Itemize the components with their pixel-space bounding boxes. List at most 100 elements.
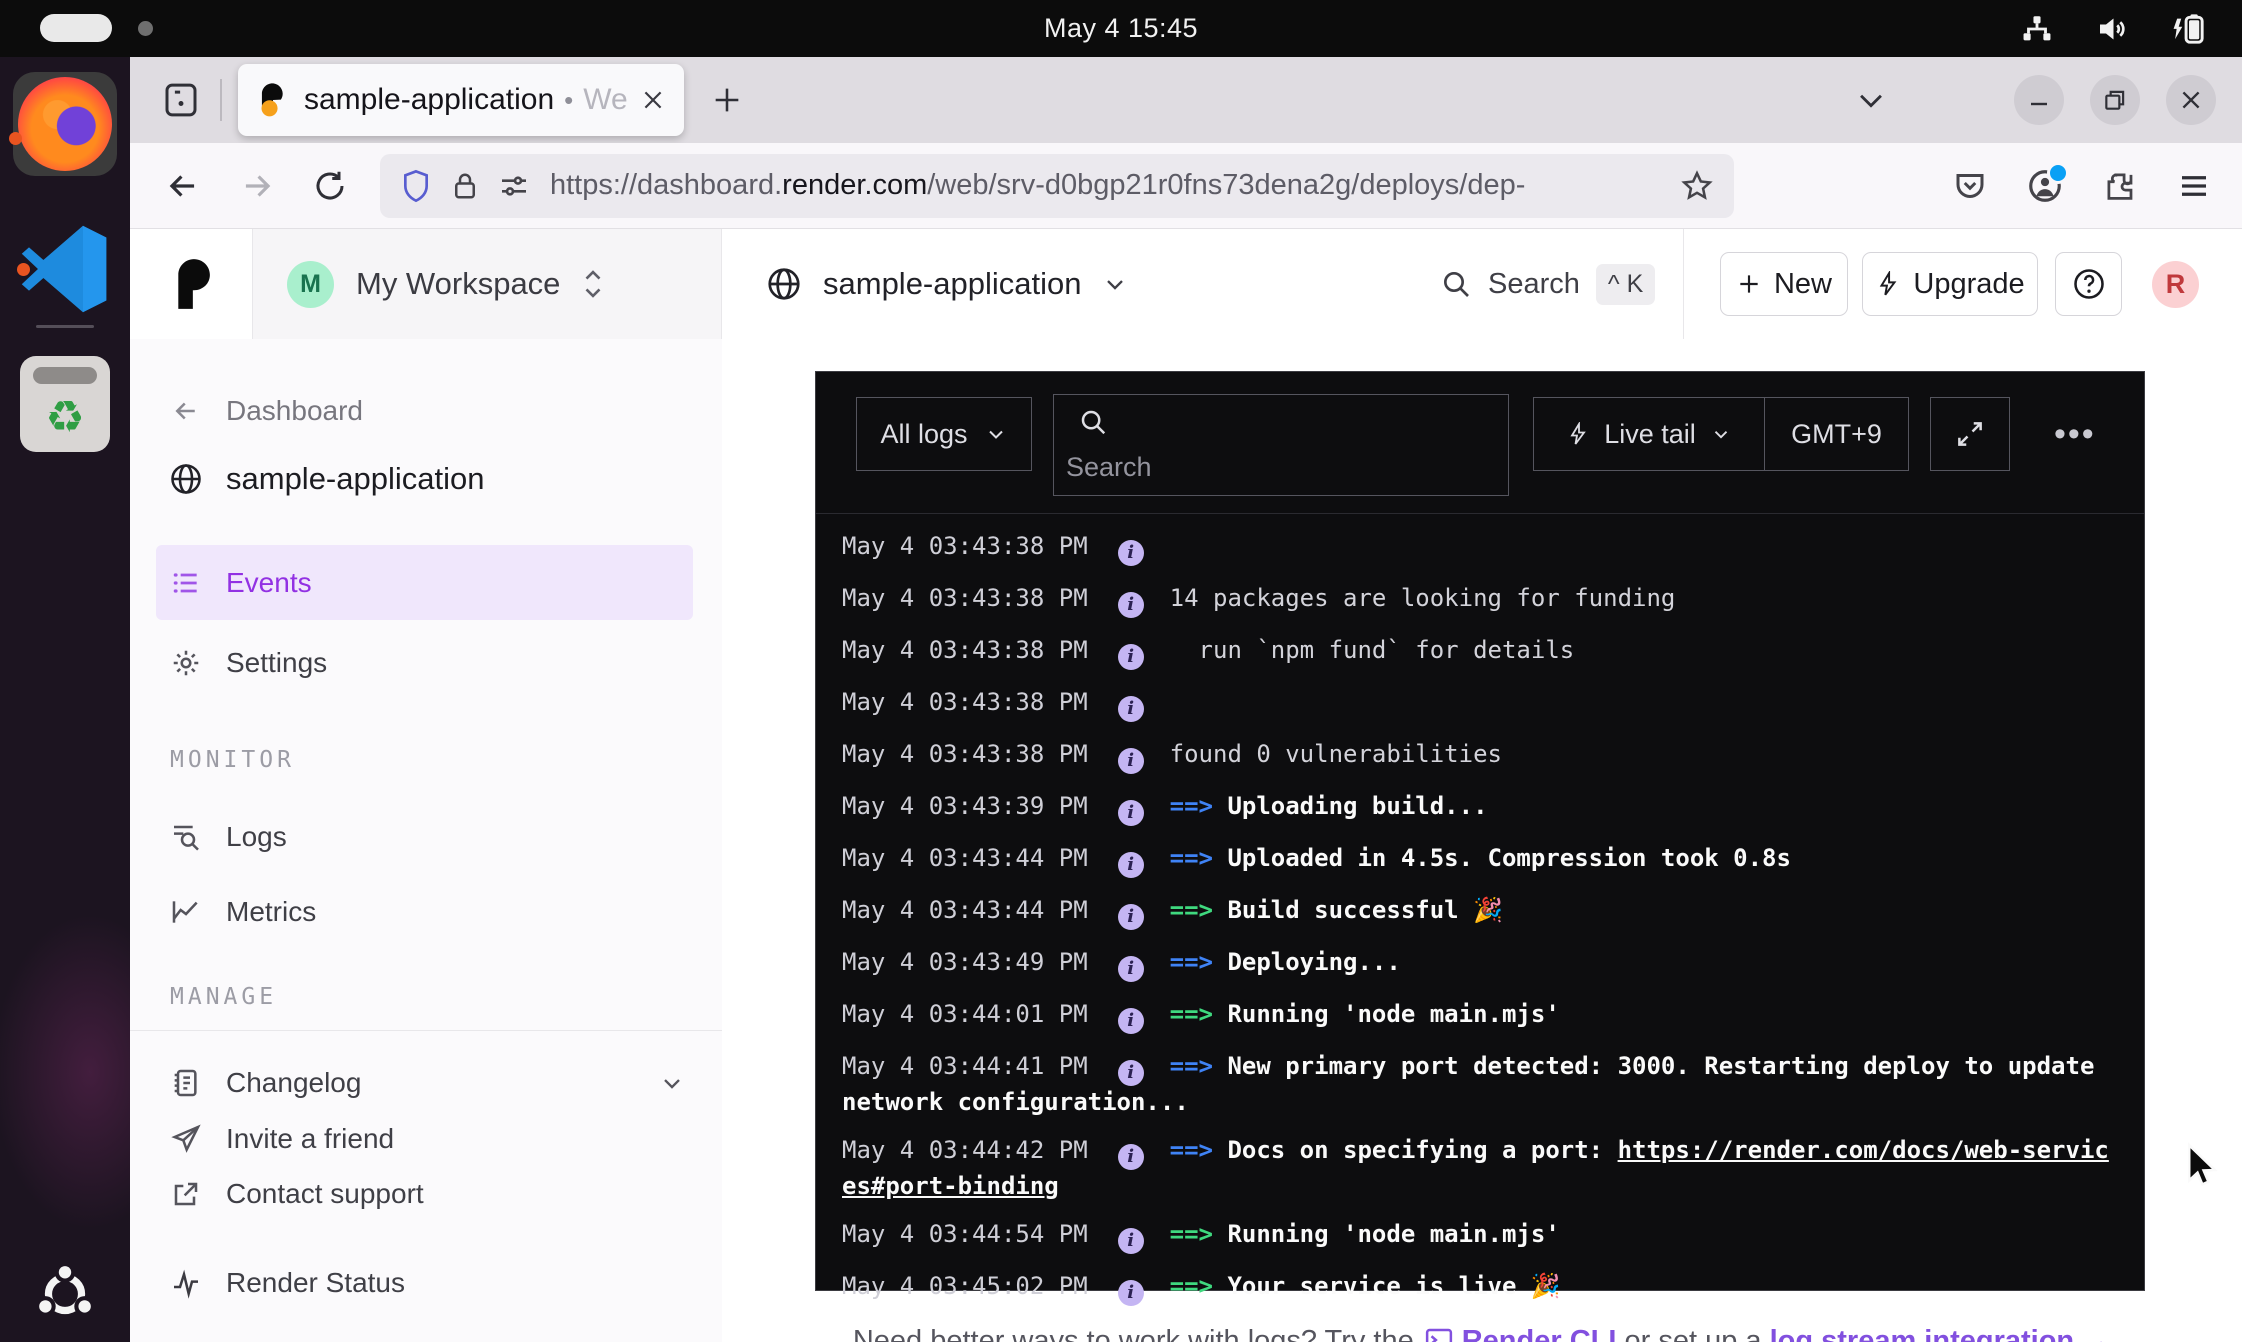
dock-firefox[interactable] — [13, 72, 117, 176]
info-icon[interactable]: i — [1118, 696, 1144, 722]
log-filter-dropdown[interactable]: All logs — [856, 397, 1032, 471]
tabs-chevron-icon[interactable] — [1854, 83, 1888, 117]
log-arrow: ==> — [1170, 1000, 1228, 1028]
url-text[interactable]: https://dashboard.render.com/web/srv-d0b… — [550, 169, 1680, 202]
status-pulse-icon — [168, 1267, 204, 1299]
star-icon[interactable] — [1680, 169, 1714, 203]
info-icon[interactable]: i — [1118, 592, 1144, 618]
info-icon[interactable]: i — [1118, 1144, 1144, 1170]
sidebar-item-metrics[interactable]: Metrics — [130, 880, 722, 944]
sidebar-item-contact-support[interactable]: Contact support — [130, 1162, 722, 1226]
new-tab-icon[interactable] — [710, 83, 744, 117]
url-bar[interactable]: https://dashboard.render.com/web/srv-d0b… — [380, 154, 1734, 218]
search-icon — [1440, 268, 1472, 300]
render-cli-link[interactable]: Render CLI — [1462, 1325, 1617, 1342]
tab-bar: sample-application•We — [130, 57, 2242, 143]
header-search[interactable]: Search ^ K — [1440, 229, 1655, 339]
log-row: May 4 03:43:38 PMi14 packages are lookin… — [842, 582, 2112, 618]
dock-vscode[interactable] — [13, 217, 117, 321]
info-icon[interactable]: i — [1118, 1008, 1144, 1034]
sidebar-item-logs[interactable]: Logs — [130, 805, 722, 869]
volume-icon[interactable] — [2094, 11, 2130, 47]
globe-icon — [765, 265, 803, 303]
live-tail-control[interactable]: Live tail GMT+9 — [1533, 397, 1909, 471]
pocket-icon[interactable] — [1952, 168, 1988, 204]
firefox-view-icon[interactable] — [160, 79, 202, 121]
sidebar-item-settings[interactable]: Settings — [130, 631, 722, 695]
help-button[interactable] — [2055, 252, 2122, 316]
sidebar-item-changelog[interactable]: Changelog — [130, 1051, 722, 1115]
search-label: Search — [1488, 268, 1580, 301]
info-icon[interactable]: i — [1118, 748, 1144, 774]
log-body: May 4 03:43:38 PMiMay 4 03:43:38 PMi14 p… — [816, 514, 2144, 1306]
permissions-icon[interactable] — [498, 170, 530, 202]
service-selector[interactable]: sample-application — [765, 229, 1129, 339]
system-clock[interactable]: May 4 15:45 — [0, 0, 2242, 57]
log-row: May 4 03:43:38 PMi run `npm fund` for de… — [842, 634, 2112, 670]
tab-close-icon[interactable] — [640, 87, 666, 113]
log-search-input[interactable]: Search — [1053, 394, 1509, 496]
restore-icon[interactable] — [2090, 75, 2140, 125]
workspace-sorter-icon — [580, 264, 606, 304]
window-close-icon[interactable] — [2166, 75, 2216, 125]
menu-icon[interactable] — [2176, 168, 2212, 204]
log-row: May 4 03:43:38 PMi — [842, 686, 2112, 722]
log-timestamp: May 4 03:43:38 PM — [842, 740, 1088, 768]
forward-icon[interactable] — [238, 167, 276, 205]
log-arrow: ==> — [1170, 1220, 1228, 1248]
log-timestamp: May 4 03:43:39 PM — [842, 792, 1088, 820]
arrow-left-icon — [168, 396, 204, 426]
reload-icon[interactable] — [312, 168, 348, 204]
network-icon[interactable] — [2020, 12, 2054, 46]
log-row: May 4 03:43:49 PMi==> Deploying... — [842, 946, 2112, 982]
list-icon — [168, 567, 204, 599]
log-timestamp: May 4 03:43:44 PM — [842, 844, 1088, 872]
log-arrow: ==> — [1170, 948, 1228, 976]
live-tail-dropdown[interactable]: Live tail — [1534, 398, 1765, 470]
account-icon[interactable] — [2026, 167, 2064, 205]
sidebar-section-manage: MANAGE — [170, 984, 277, 1010]
timezone-button[interactable]: GMT+9 — [1765, 419, 1908, 450]
active-tab[interactable]: sample-application•We — [238, 64, 684, 136]
back-icon[interactable] — [164, 167, 202, 205]
info-icon[interactable]: i — [1118, 644, 1144, 670]
info-icon[interactable]: i — [1118, 1280, 1144, 1306]
info-icon[interactable]: i — [1118, 904, 1144, 930]
sidebar-service-title: sample-application — [130, 447, 722, 511]
dock: ♻ — [0, 57, 130, 1342]
info-icon[interactable]: i — [1118, 800, 1144, 826]
info-icon[interactable]: i — [1118, 956, 1144, 982]
log-message: Uploading build... — [1227, 792, 1487, 820]
log-stream-integration-link[interactable]: log stream integration → — [1770, 1325, 2112, 1342]
sidebar-item-render-status[interactable]: Render Status — [130, 1251, 722, 1315]
upgrade-button[interactable]: Upgrade — [1862, 252, 2038, 316]
extensions-icon[interactable] — [2102, 168, 2138, 204]
more-options-icon[interactable]: ••• — [2054, 397, 2096, 471]
trash-icon: ♻ — [20, 356, 110, 452]
globe-icon — [168, 461, 204, 497]
info-icon[interactable]: i — [1118, 852, 1144, 878]
battery-icon[interactable] — [2170, 11, 2208, 47]
render-logo[interactable] — [172, 257, 222, 311]
new-button[interactable]: New — [1720, 252, 1848, 316]
shield-icon[interactable] — [400, 168, 432, 204]
lock-icon[interactable] — [450, 169, 480, 203]
log-arrow: ==> — [1170, 1136, 1228, 1164]
workspace-selector[interactable]: M My Workspace — [252, 229, 722, 339]
expand-logs-button[interactable] — [1930, 397, 2010, 471]
log-message: 14 packages are looking for funding — [1170, 584, 1676, 612]
dock-ubuntu-launcher[interactable] — [13, 1242, 117, 1342]
gear-icon — [168, 647, 204, 679]
tab-title: sample-application•We — [304, 83, 628, 117]
chevron-down-icon — [1710, 423, 1732, 445]
user-avatar[interactable]: R — [2152, 261, 2199, 308]
info-icon[interactable]: i — [1118, 540, 1144, 566]
info-icon[interactable]: i — [1118, 1228, 1144, 1254]
sidebar-item-events[interactable]: Events — [156, 545, 693, 620]
system-top-bar: May 4 15:45 — [0, 0, 2242, 57]
log-arrow: ==> — [1170, 1272, 1228, 1300]
dock-trash[interactable]: ♻ — [13, 352, 117, 456]
minimize-icon[interactable] — [2014, 75, 2064, 125]
info-icon[interactable]: i — [1118, 1060, 1144, 1086]
sidebar-back-dashboard[interactable]: Dashboard — [130, 379, 722, 443]
